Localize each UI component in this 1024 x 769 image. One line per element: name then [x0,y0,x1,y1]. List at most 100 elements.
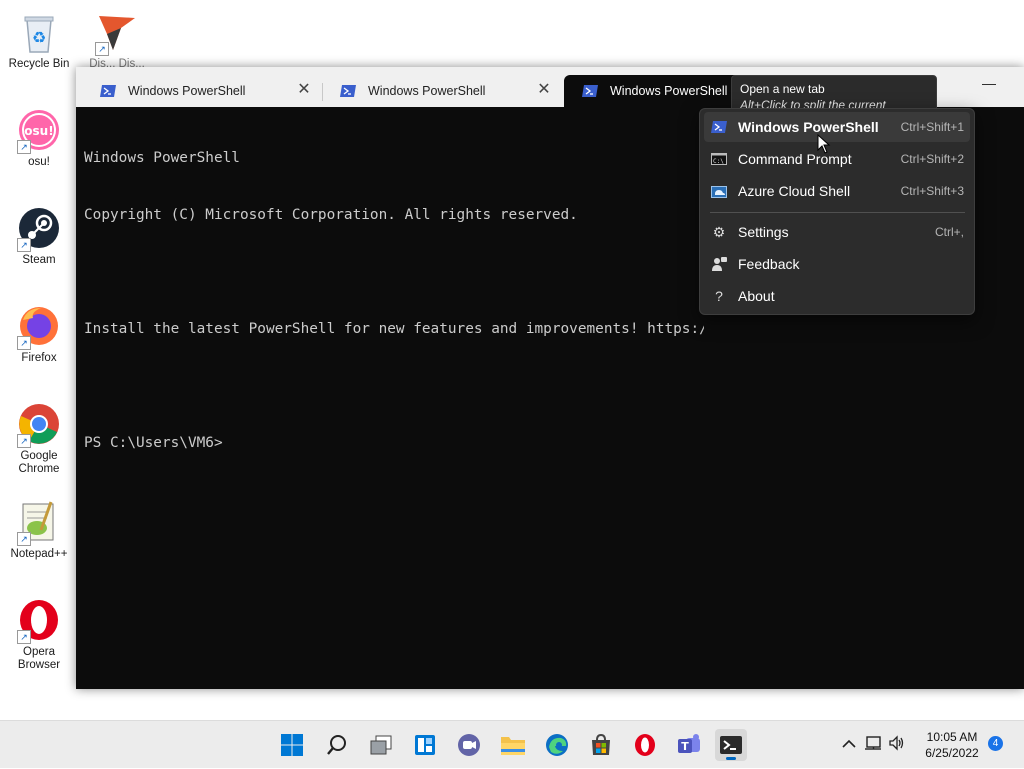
opera-icon [635,734,655,756]
chat-button[interactable] [453,729,485,761]
widgets-icon [415,735,435,755]
menu-item-azure-cloud-shell[interactable]: Azure Cloud Shell Ctrl+Shift+3 [704,176,970,206]
svg-text:C:\: C:\ [713,158,724,165]
mouse-cursor-icon [817,134,831,154]
osu-icon: osu! ↗ [17,108,61,154]
svg-text:♻: ♻ [32,28,46,47]
edge-icon [546,734,568,756]
shortcut-arrow-icon: ↗ [17,336,31,350]
console-line: Install the latest PowerShell for new fe… [84,321,704,337]
show-hidden-icons-button[interactable] [838,736,860,754]
search-icon [327,735,346,755]
desktop-icon-label: Notepad++ [10,548,68,560]
recycle-bin-icon: ♻ [17,10,61,54]
feedback-icon [710,256,728,272]
network-icon[interactable] [860,735,886,756]
desktop-icon-notepadpp[interactable]: ↗ Notepad++ [4,500,74,561]
file-explorer-button[interactable] [497,729,529,761]
edge-button[interactable] [541,729,573,761]
menu-item-label: Command Prompt [738,151,852,167]
clock-date: 6/25/2022 [925,746,979,760]
tab-powershell-2[interactable]: Windows PowerShell ✕ [322,75,562,107]
shortcut-arrow-icon: ↗ [17,630,31,644]
store-icon [592,733,610,755]
menu-item-feedback[interactable]: Feedback [704,249,970,279]
chrome-icon: ↗ [17,402,61,448]
clock-time: 10:05 AM [926,730,978,744]
close-tab-icon[interactable]: ✕ [536,82,552,98]
desktop-icon-label: Steam [22,254,56,266]
powershell-icon [710,119,728,135]
console-line: Windows PowerShell [84,150,240,166]
desktop-icon-label: Opera Browser [17,646,61,671]
shortcut-arrow-icon: ↗ [17,532,31,546]
taskbar-clock[interactable]: 10:05 AM 6/25/2022 [914,729,990,761]
shortcut-arrow-icon: ↗ [95,42,109,56]
active-app-indicator [726,757,736,760]
powershell-icon [340,85,356,97]
desktop-icon-firefox[interactable]: ↗ Firefox [4,304,74,365]
menu-item-windows-powershell[interactable]: Windows PowerShell Ctrl+Shift+1 [704,112,970,142]
close-tab-icon[interactable]: ✕ [296,82,312,98]
notification-badge[interactable]: 4 [988,736,1003,751]
menu-item-about[interactable]: ? About [704,281,970,311]
store-button[interactable] [585,729,617,761]
console-output[interactable]: Windows PowerShell Copyright (C) Microso… [84,111,704,671]
taskbar: T 10:05 AM 6/25/2022 [0,720,1024,768]
desktop-icon-app[interactable]: ↗ Dis... Dis... [82,10,152,71]
task-view-icon [370,735,392,755]
desktop-icon-recycle-bin[interactable]: ♻ Recycle Bin [4,10,74,71]
desktop-icon-label: Google Chrome [18,450,60,475]
widgets-button[interactable] [409,729,441,761]
shortcut-arrow-icon: ↗ [17,238,31,252]
menu-divider [710,212,965,213]
notepadpp-icon: ↗ [17,500,61,546]
desktop-icon-osu[interactable]: osu! ↗ osu! [4,108,74,169]
menu-item-command-prompt[interactable]: C:\ Command Prompt Ctrl+Shift+2 [704,144,970,174]
menu-item-label: Azure Cloud Shell [738,183,851,199]
desktop-icon-steam[interactable]: ↗ Steam [4,206,74,267]
file-explorer-icon [501,737,525,755]
new-tab-dropdown-menu: Windows PowerShell Ctrl+Shift+1 C:\ Comm… [699,108,975,315]
tab-label: Windows PowerShell [610,84,728,98]
tooltip-title: Open a new tab [740,82,825,96]
svg-text:T: T [681,740,689,753]
desktop-icon-label: Recycle Bin [8,58,70,70]
desktop-icon-chrome[interactable]: ↗ Google Chrome [4,402,74,476]
desktop-icon-label: Firefox [21,352,57,364]
chevron-up-icon [842,739,856,748]
teams-button[interactable]: T [673,729,705,761]
minimize-button[interactable]: — [974,75,1004,99]
menu-item-shortcut: Ctrl+, [934,225,964,239]
volume-icon[interactable] [886,734,908,756]
terminal-taskbar-button[interactable] [715,729,747,761]
tab-label: Windows PowerShell [368,84,486,98]
menu-item-label: Windows PowerShell [738,119,879,135]
azure-cloud-shell-icon [710,183,728,199]
console-line: Copyright (C) Microsoft Corporation. All… [84,207,578,223]
powershell-icon [100,85,116,97]
menu-item-label: About [738,288,775,304]
task-view-button[interactable] [365,729,397,761]
console-prompt: PS C:\Users\VM6> [84,435,223,451]
shortcut-arrow-icon: ↗ [17,140,31,154]
desktop-icon-label: osu! [28,156,50,168]
chat-icon [458,734,480,756]
cmd-icon: C:\ [710,151,728,167]
menu-item-shortcut: Ctrl+Shift+3 [900,184,964,198]
svg-text:osu!: osu! [24,124,53,138]
desktop-icon-opera[interactable]: ↗ Opera Browser [4,598,74,672]
search-button[interactable] [321,729,353,761]
start-button[interactable] [276,729,308,761]
steam-icon: ↗ [17,206,61,252]
menu-item-shortcut: Ctrl+Shift+1 [900,120,964,134]
powershell-icon [582,85,598,97]
menu-item-settings[interactable]: ⚙ Settings Ctrl+, [704,217,970,247]
tab-label: Windows PowerShell [128,84,246,98]
opera-taskbar-button[interactable] [629,729,661,761]
tab-powershell-1[interactable]: Windows PowerShell ✕ [82,75,322,107]
question-icon: ? [715,288,723,304]
menu-item-label: Settings [738,224,789,240]
